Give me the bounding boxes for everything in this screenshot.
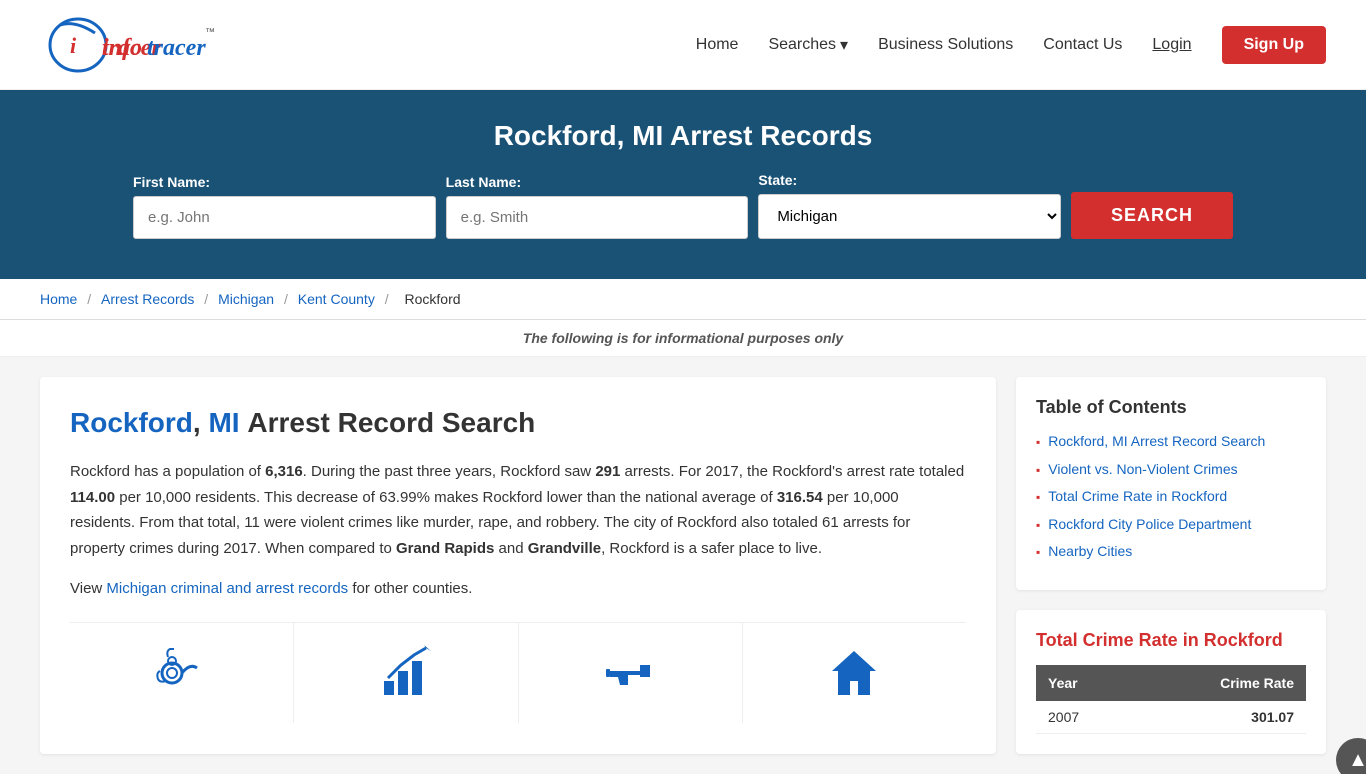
search-form: First Name: Last Name: State: Michigan A… [133, 172, 1233, 239]
hero-section: Rockford, MI Arrest Records First Name: … [0, 90, 1366, 279]
svg-text:tracer: tracer [147, 35, 206, 61]
crime-table-year-header: Year [1036, 665, 1133, 701]
crime-table-body: 2007 301.07 [1036, 701, 1306, 734]
article-paragraph-1: Rockford has a population of 6,316. Duri… [70, 459, 966, 561]
crime-table-rate-header: Crime Rate [1133, 665, 1306, 701]
main-content: Rockford, MI Arrest Record Search Rockfo… [0, 357, 1366, 774]
toc-item-2: Violent vs. Non-Violent Crimes [1036, 460, 1306, 480]
dropdown-arrow-icon: ▾ [840, 35, 848, 55]
state-label: State: [758, 172, 1061, 188]
icon-cell-chart [294, 623, 518, 723]
article-title: Rockford, MI Arrest Record Search [70, 407, 966, 439]
title-state: MI [208, 407, 239, 438]
toc-link-1[interactable]: Rockford, MI Arrest Record Search [1048, 432, 1265, 452]
table-row: 2007 301.07 [1036, 701, 1306, 734]
breadcrumb-sep-3: / [284, 291, 292, 307]
toc-link-2[interactable]: Violent vs. Non-Violent Crimes [1048, 460, 1237, 480]
toc-item-1: Rockford, MI Arrest Record Search [1036, 432, 1306, 452]
crime-rate-title: Total Crime Rate in Rockford [1036, 630, 1306, 651]
logo-area: i tracer ™ info tracer [40, 15, 240, 75]
last-name-label: Last Name: [446, 174, 749, 190]
state-group: State: Michigan Alabama Alaska Arizona C… [758, 172, 1061, 239]
logo-svg: i tracer ™ info tracer [40, 15, 240, 75]
svg-text:i: i [70, 33, 77, 58]
info-bar: The following is for informational purpo… [0, 320, 1366, 357]
nav-home[interactable]: Home [696, 36, 739, 54]
crime-rate-table: Year Crime Rate 2007 301.07 [1036, 665, 1306, 734]
nav-searches[interactable]: Searches ▾ [768, 35, 848, 55]
toc-item-5: Nearby Cities [1036, 542, 1306, 562]
breadcrumb-sep-2: / [204, 291, 212, 307]
nav-contact-us[interactable]: Contact Us [1043, 36, 1122, 54]
toc-item-3: Total Crime Rate in Rockford [1036, 487, 1306, 507]
breadcrumb-current: Rockford [405, 291, 461, 307]
right-panel: Table of Contents Rockford, MI Arrest Re… [1016, 377, 1326, 754]
crime-rate-2007: 301.07 [1133, 701, 1306, 734]
nav-business-solutions[interactable]: Business Solutions [878, 36, 1013, 54]
breadcrumb-michigan[interactable]: Michigan [218, 291, 274, 307]
icons-row [70, 622, 966, 723]
first-name-group: First Name: [133, 174, 436, 239]
breadcrumb-sep-1: / [87, 291, 95, 307]
toc-link-5[interactable]: Nearby Cities [1048, 542, 1132, 562]
info-bar-text: The following is for informational purpo… [523, 330, 843, 346]
toc-link-4[interactable]: Rockford City Police Department [1048, 515, 1251, 535]
michigan-records-link[interactable]: Michigan criminal and arrest records [106, 580, 348, 597]
breadcrumb-arrest-records[interactable]: Arrest Records [101, 291, 194, 307]
first-name-input[interactable] [133, 196, 436, 239]
header: i tracer ™ info tracer Home Searches ▾ B… [0, 0, 1366, 90]
toc-box: Table of Contents Rockford, MI Arrest Re… [1016, 377, 1326, 590]
last-name-group: Last Name: [446, 174, 749, 239]
breadcrumb-kent-county[interactable]: Kent County [298, 291, 375, 307]
breadcrumb-home[interactable]: Home [40, 291, 77, 307]
gun-icon [600, 643, 660, 703]
icon-cell-handcuffs [70, 623, 294, 723]
toc-title: Table of Contents [1036, 397, 1306, 418]
title-city: Rockford [70, 407, 193, 438]
toc-item-4: Rockford City Police Department [1036, 515, 1306, 535]
toc-link-3[interactable]: Total Crime Rate in Rockford [1048, 487, 1227, 507]
house-icon [824, 643, 884, 703]
left-panel: Rockford, MI Arrest Record Search Rockfo… [40, 377, 996, 754]
crime-box: Total Crime Rate in Rockford Year Crime … [1016, 610, 1326, 754]
signup-button[interactable]: Sign Up [1222, 26, 1326, 64]
svg-text:™: ™ [205, 27, 215, 38]
title-rest: Arrest Record Search [247, 407, 535, 438]
chart-icon [376, 643, 436, 703]
crime-year-2007: 2007 [1036, 701, 1133, 734]
hero-title: Rockford, MI Arrest Records [40, 120, 1326, 152]
breadcrumb: Home / Arrest Records / Michigan / Kent … [0, 279, 1366, 320]
icon-cell-house [743, 623, 966, 723]
main-nav: Home Searches ▾ Business Solutions Conta… [696, 26, 1326, 64]
icon-cell-gun [519, 623, 743, 723]
breadcrumb-sep-4: / [385, 291, 393, 307]
crime-table-header-row: Year Crime Rate [1036, 665, 1306, 701]
first-name-label: First Name: [133, 174, 436, 190]
toc-list: Rockford, MI Arrest Record Search Violen… [1036, 432, 1306, 562]
state-select[interactable]: Michigan Alabama Alaska Arizona Californ… [758, 194, 1061, 239]
search-button[interactable]: SEARCH [1071, 192, 1233, 239]
svg-text:info: info [102, 35, 142, 61]
last-name-input[interactable] [446, 196, 749, 239]
handcuffs-icon [152, 643, 212, 703]
login-button[interactable]: Login [1152, 36, 1191, 54]
article-paragraph-2: View Michigan criminal and arrest record… [70, 576, 966, 602]
